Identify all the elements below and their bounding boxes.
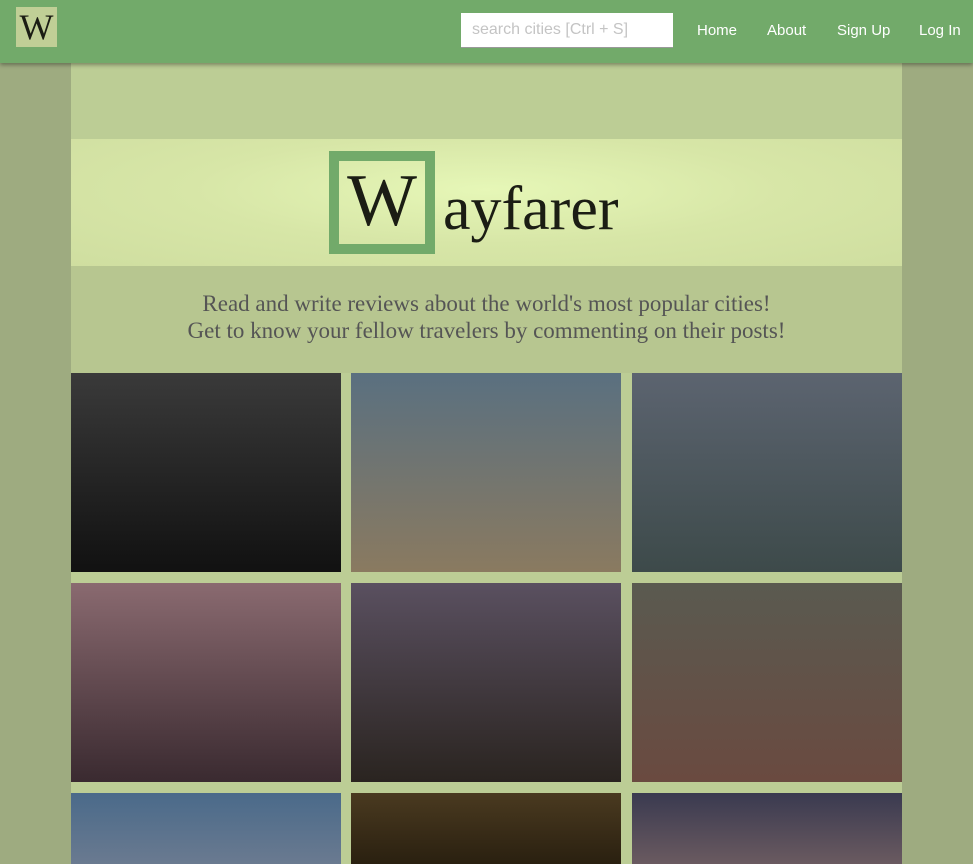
city-image-tile[interactable]	[71, 373, 341, 572]
tagline-line-2: Get to know your fellow travelers by com…	[187, 318, 786, 343]
city-image-tile[interactable]	[351, 793, 621, 864]
search-input[interactable]	[461, 13, 673, 48]
nav-log-in[interactable]: Log In	[919, 22, 961, 39]
tagline-line-1: Read and write reviews about the world's…	[202, 291, 771, 316]
nav-sign-up[interactable]: Sign Up	[837, 22, 890, 39]
city-image-tile[interactable]	[351, 583, 621, 782]
city-image-tile[interactable]	[632, 373, 902, 572]
logo[interactable]: W	[16, 7, 57, 47]
city-image-tile[interactable]	[632, 583, 902, 782]
city-image-tile[interactable]	[71, 793, 341, 864]
main-content: W ayfarer Read and write reviews about t…	[71, 63, 902, 864]
brand-title: W ayfarer	[329, 151, 619, 254]
navbar: W Home About Sign Up Log In	[0, 0, 973, 63]
city-image-tile[interactable]	[351, 373, 621, 572]
hero-banner: W ayfarer	[71, 139, 902, 266]
nav-about[interactable]: About	[767, 22, 806, 39]
brand-rest: ayfarer	[443, 175, 619, 243]
nav-home[interactable]: Home	[697, 22, 737, 39]
tagline: Read and write reviews about the world's…	[71, 266, 902, 373]
city-image-tile[interactable]	[632, 793, 902, 864]
brand-initial: W	[329, 151, 435, 254]
city-image-tile[interactable]	[71, 583, 341, 782]
